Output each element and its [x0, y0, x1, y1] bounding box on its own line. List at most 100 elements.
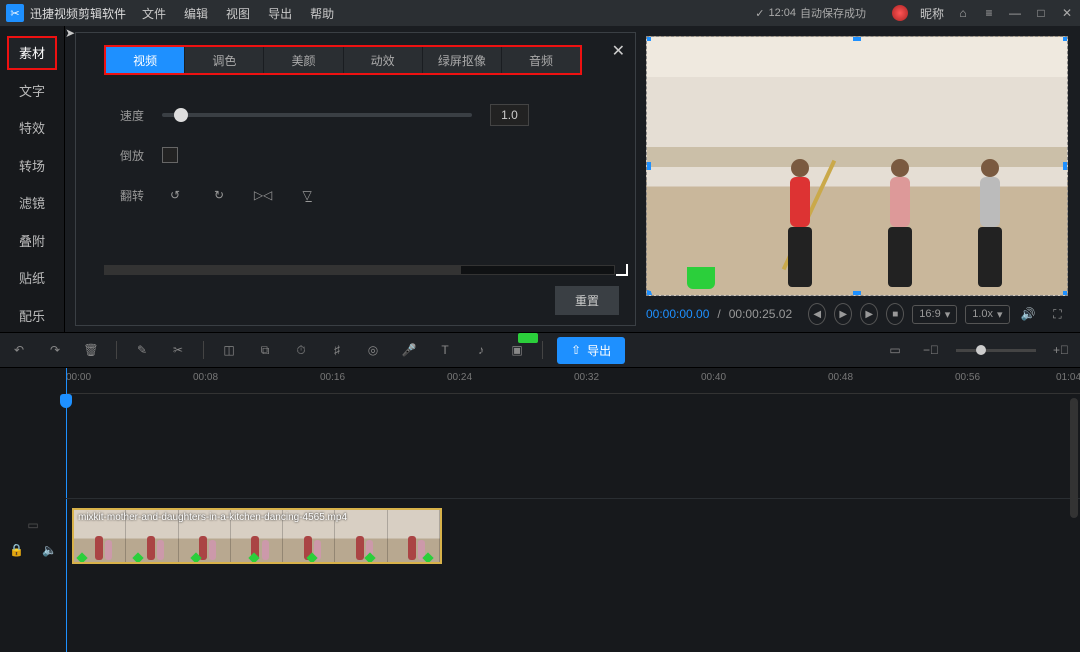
fullscreen-icon[interactable]: ⛶	[1047, 301, 1068, 327]
cut-icon[interactable]: ✂	[167, 339, 189, 361]
prev-frame-button[interactable]: ◀	[808, 303, 826, 325]
video-clip[interactable]: mixkit-mother-and-daughters-in-a-kitchen…	[72, 508, 442, 564]
main-area: 素材 文字 特效 转场 滤镜 叠附 贴纸 配乐 ➤ ✕ 视频 调色 美颜 动效 …	[0, 26, 1080, 332]
timeline: 00:00 00:08 00:16 00:24 00:32 00:40 00:4…	[0, 368, 1080, 652]
close-button[interactable]: ✕	[1060, 6, 1074, 20]
next-frame-button[interactable]: ▶	[860, 303, 878, 325]
ruler-tick: 00:56	[955, 372, 980, 383]
ruler-tick: 00:24	[447, 372, 472, 383]
speed-slider[interactable]	[162, 113, 472, 117]
sidebar-item-text[interactable]: 文字	[7, 74, 57, 108]
delete-icon[interactable]: 🗑	[80, 339, 102, 361]
app-name: 迅捷视频剪辑软件	[30, 5, 126, 22]
tab-color[interactable]: 调色	[185, 47, 264, 73]
menu-view[interactable]: 视图	[226, 5, 250, 22]
sidebar-item-effects[interactable]: 特效	[7, 111, 57, 145]
left-sidebar: 素材 文字 特效 转场 滤镜 叠附 贴纸 配乐	[0, 26, 65, 332]
crop-icon[interactable]: ◫	[218, 339, 240, 361]
reverse-checkbox[interactable]	[162, 147, 178, 163]
lock-icon[interactable]: 🔒	[9, 543, 24, 557]
sidebar-item-transition[interactable]: 转场	[7, 149, 57, 183]
voice-icon[interactable]: ♪	[470, 339, 492, 361]
tab-video[interactable]: 视频	[106, 47, 185, 73]
redo-icon[interactable]: ↷	[44, 339, 66, 361]
sidebar-item-material[interactable]: 素材	[7, 36, 57, 70]
user-nickname[interactable]: 昵称	[920, 5, 944, 22]
sidebar-item-overlay[interactable]: 叠附	[7, 224, 57, 258]
speed-icon[interactable]: ⏱	[290, 339, 312, 361]
ruler-tick: 00:08	[193, 372, 218, 383]
timeline-toolbar: ↶ ↷ 🗑 ✎ ✂ ◫ ⧉ ⏱ ♯ ◎ 🎤 T ♪ ▣ ⇧导出 ▭ −⃝ +⃝	[0, 332, 1080, 368]
flip-vertical-icon[interactable]: ▽̲	[294, 182, 320, 208]
zoom-slider[interactable]	[956, 349, 1036, 352]
home-icon[interactable]: ⌂	[956, 6, 970, 20]
ruler-tick: 01:04	[1056, 372, 1080, 383]
aspect-ratio-select[interactable]: 16:9▾	[912, 305, 957, 324]
clip-filename: mixkit-mother-and-daughters-in-a-kitchen…	[78, 512, 347, 523]
edit-icon[interactable]: ✎	[131, 339, 153, 361]
minimize-button[interactable]: —	[1008, 6, 1022, 20]
sidebar-item-filter[interactable]: 滤镜	[7, 186, 57, 220]
maximize-button[interactable]: □	[1034, 6, 1048, 20]
reverse-label: 倒放	[104, 147, 144, 164]
play-button[interactable]: ▶	[834, 303, 852, 325]
zoom-out-icon[interactable]: −⃝	[920, 339, 942, 361]
text-icon[interactable]: T	[434, 339, 456, 361]
menu-export[interactable]: 导出	[268, 5, 292, 22]
rotate-ccw-icon[interactable]: ↺	[162, 182, 188, 208]
reset-button[interactable]: 重置	[555, 286, 619, 315]
panel-scrollbar[interactable]	[104, 265, 615, 275]
tab-greenscreen[interactable]: 绿屏抠像	[423, 47, 502, 73]
time-sep: /	[717, 307, 720, 321]
tab-motion[interactable]: 动效	[344, 47, 423, 73]
user-avatar[interactable]	[892, 5, 908, 21]
fit-icon[interactable]: ▭	[884, 339, 906, 361]
speed-value[interactable]: 1.0	[490, 104, 529, 126]
tab-beauty[interactable]: 美颜	[264, 47, 343, 73]
time-ruler[interactable]: 00:00 00:08 00:16 00:24 00:32 00:40 00:4…	[66, 368, 1080, 394]
current-time: 00:00:00.00	[646, 307, 709, 321]
preview-controls: 00:00:00.00 / 00:00:25.02 ◀ ▶ ▶ ■ 16:9▾ …	[646, 296, 1068, 326]
sidebar-item-sticker[interactable]: 贴纸	[7, 261, 57, 295]
app-logo: ✂	[6, 4, 24, 22]
playhead[interactable]	[66, 368, 67, 652]
annotation-arrow: ➤	[65, 26, 75, 332]
video-track-icon[interactable]: ▭	[27, 518, 38, 532]
export-button[interactable]: ⇧导出	[557, 337, 625, 364]
timeline-scrollbar[interactable]	[1070, 398, 1078, 518]
playback-rate-select[interactable]: 1.0x▾	[965, 305, 1009, 324]
flip-label: 翻转	[104, 187, 144, 204]
mic-icon[interactable]: 🎤	[398, 339, 420, 361]
total-time: 00:00:25.02	[729, 307, 792, 321]
template-icon[interactable]: ▣	[506, 339, 528, 361]
marker-icon[interactable]: ◎	[362, 339, 384, 361]
undo-icon[interactable]: ↶	[8, 339, 30, 361]
tab-audio[interactable]: 音频	[502, 47, 580, 73]
autosave-status: ✓12:04自动保存成功	[755, 5, 866, 21]
menu-file[interactable]: 文件	[142, 5, 166, 22]
reverse-row: 倒放	[104, 135, 627, 175]
mute-icon[interactable]: 🔈	[42, 543, 57, 557]
menu-edit[interactable]: 编辑	[184, 5, 208, 22]
volume-icon[interactable]: 🔊	[1018, 301, 1039, 327]
preview-pane: 00:00:00.00 / 00:00:25.02 ◀ ▶ ▶ ■ 16:9▾ …	[640, 26, 1080, 332]
ruler-tick: 00:40	[701, 372, 726, 383]
adjust-icon[interactable]: ♯	[326, 339, 348, 361]
menu-help[interactable]: 帮助	[310, 5, 334, 22]
speed-row: 速度 1.0	[104, 95, 627, 135]
stop-button[interactable]: ■	[886, 303, 904, 325]
ruler-tick: 00:32	[574, 372, 599, 383]
zoom-in-icon[interactable]: +⃝	[1050, 339, 1072, 361]
rotate-cw-icon[interactable]: ↻	[206, 182, 232, 208]
ruler-tick: 00:16	[320, 372, 345, 383]
preview-frame[interactable]	[646, 36, 1068, 296]
sidebar-item-music[interactable]: 配乐	[7, 299, 57, 333]
menu-icon[interactable]: ≡	[982, 6, 996, 20]
copy-icon[interactable]: ⧉	[254, 339, 276, 361]
main-menu: 文件 编辑 视图 导出 帮助	[142, 5, 334, 22]
panel-tabs: 视频 调色 美颜 动效 绿屏抠像 音频	[104, 45, 582, 75]
speed-label: 速度	[104, 107, 144, 124]
properties-panel: ✕ 视频 调色 美颜 动效 绿屏抠像 音频 速度 1.0 倒放 翻转 ↺ ↻ ▷…	[75, 32, 636, 326]
panel-close-icon[interactable]: ✕	[612, 41, 625, 61]
flip-horizontal-icon[interactable]: ▷◁	[250, 182, 276, 208]
